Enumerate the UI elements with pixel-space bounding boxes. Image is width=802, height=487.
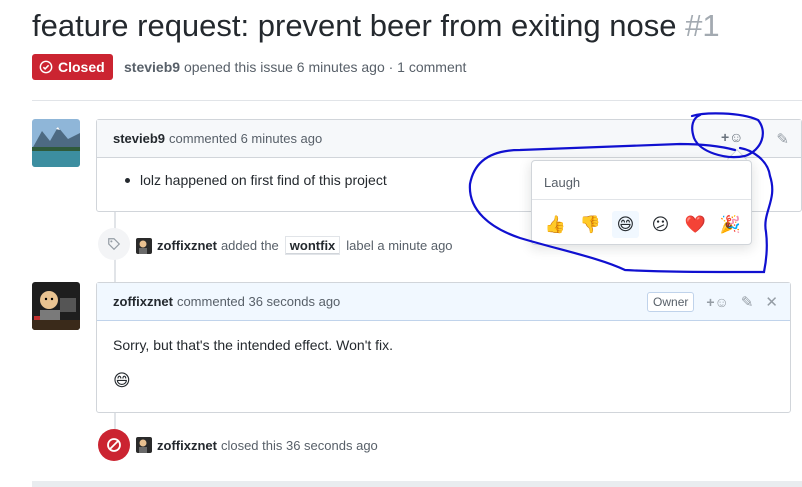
zoffix-avatar-image [32,282,80,330]
reaction-tooltip: Laugh [544,175,581,190]
issue-closed-icon [39,60,53,74]
close-event: zoffixznet closed this 36 seconds ago [136,437,378,453]
add-reaction-icon: +☺ [721,129,744,145]
edit-icon[interactable]: ✎ [776,130,789,148]
event-text: closed this 36 seconds ago [220,437,378,453]
comment-timestamp[interactable]: commented 6 minutes ago [169,131,322,146]
comment-timestamp[interactable]: commented 36 seconds ago [177,294,340,309]
avatar-stevieb9[interactable] [32,119,80,167]
add-reaction-icon[interactable]: +☺ [706,294,728,310]
reaction-confused[interactable]: 😕 [647,211,674,238]
closed-event-badge [98,429,130,461]
issue-meta: stevieb9 opened this issue 6 minutes ago… [124,59,466,75]
tag-event-badge [98,228,130,260]
issue-number: #1 [685,8,720,43]
comment-2: zoffixznet commented 36 seconds ago Owne… [96,282,791,413]
label-event: zoffixznet added the wontfix label a min… [136,236,453,255]
comment-header: stevieb9 commented 6 minutes ago [97,120,801,158]
status-badge: Closed [32,54,113,80]
comment-author[interactable]: zoffixznet [113,294,173,309]
event-text-after: label a minute ago [346,238,453,253]
reaction-popover: Laugh 👍 👎 😄 😕 ❤️ 🎉 [531,160,752,245]
reaction-thumbs-down[interactable]: 👎 [577,211,604,238]
bottom-edge [32,481,802,487]
zoffix-mini-avatar-image [136,237,152,254]
lake-avatar-image [32,119,80,167]
comment-actions: ✎ [736,130,789,148]
close-icon[interactable]: ✕ [765,293,778,311]
reaction-thumbs-up[interactable]: 👍 [542,211,569,238]
issue-title-text: feature request: prevent beer from exiti… [32,8,677,43]
popover-divider [532,199,751,200]
comment-body: Sorry, but that's the intended effect. W… [97,321,790,407]
reaction-hooray[interactable]: 🎉 [717,211,744,238]
zoffix-mini-avatar-image [136,437,152,453]
reaction-heart[interactable]: ❤️ [682,211,709,238]
event-text: added the [220,238,279,253]
tag-icon [108,238,121,251]
event-actor[interactable]: zoffixznet [157,438,217,453]
header-divider [32,100,802,101]
bullet [125,177,130,183]
avatar-zoffixznet[interactable] [32,282,80,330]
status-label: Closed [58,59,105,75]
add-reaction-button[interactable]: +☺ [721,129,743,145]
label-wontfix[interactable]: wontfix [284,236,341,255]
comment-text: Sorry, but that's the intended effect. W… [113,337,394,353]
list-item-text: lolz happened on first find of this proj… [140,172,387,188]
comment-author[interactable]: stevieb9 [113,131,165,146]
issue-meta-text: opened this issue 6 minutes ago · 1 comm… [183,59,467,75]
comment-emoji: 😄 [113,371,131,390]
issue-title: feature request: prevent beer from exiti… [32,8,720,44]
comment-actions: Owner +☺ ✎ ✕ [647,292,778,312]
reaction-list: 👍 👎 😄 😕 ❤️ 🎉 [542,211,744,238]
event-actor[interactable]: zoffixznet [157,238,217,253]
edit-icon[interactable]: ✎ [741,293,754,311]
owner-badge: Owner [647,292,695,312]
mini-avatar-zoffixznet[interactable] [136,237,152,254]
issue-author-link[interactable]: stevieb9 [124,59,180,75]
reaction-laugh[interactable]: 😄 [612,211,639,238]
circle-slash-icon [107,438,121,452]
mini-avatar-zoffixznet[interactable] [136,437,152,453]
